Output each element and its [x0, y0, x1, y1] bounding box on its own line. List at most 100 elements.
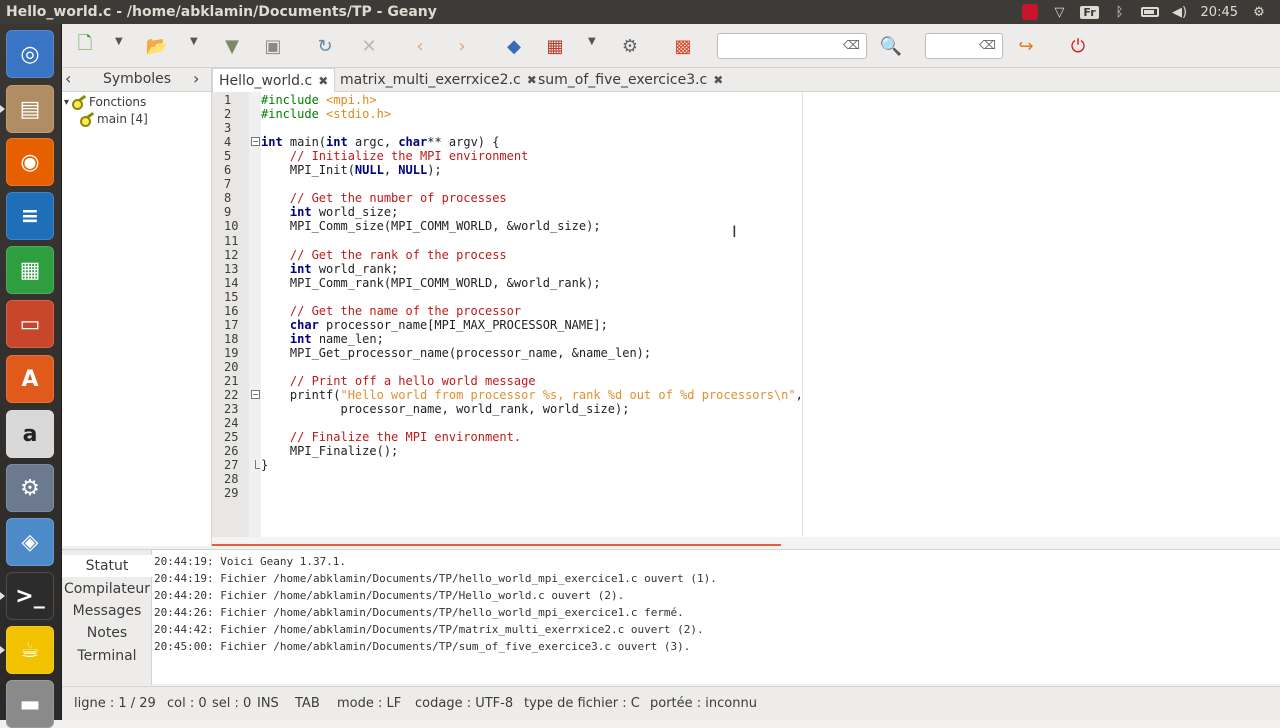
color-chooser-icon[interactable]: ▩ [668, 31, 698, 61]
code-line[interactable]: MPI_Comm_size(MPI_COMM_WORLD, &world_siz… [261, 219, 601, 233]
save-icon[interactable]: ▼ [217, 31, 247, 61]
battery-icon[interactable] [1140, 4, 1159, 20]
code-token: MPI_Finalize(); [261, 444, 399, 459]
document-tab[interactable]: sum_of_five_exercice3.c ✖ [532, 68, 729, 92]
launcher-glyph: ▦ [19, 257, 41, 283]
message-tab-notes[interactable]: Notes [62, 622, 152, 644]
launcher: ◎ ▤ ◉ ≡ ▦ ▭ Aa ⚙ ◈ >_ ☕ ▬ [0, 24, 62, 728]
document-tab-label: Hello_world.c [219, 72, 313, 89]
open-file-icon[interactable]: 📂 [142, 31, 172, 61]
code-line[interactable]: // Get the number of processes [261, 191, 507, 205]
code-line[interactable]: // Finalize the MPI environment. [261, 430, 521, 444]
power-gear-icon[interactable]: ⚙ [1250, 4, 1268, 20]
launcher-settings-icon[interactable]: ⚙ [6, 464, 54, 512]
launcher-system-monitor-icon[interactable]: ◈ [6, 518, 54, 566]
sidebar-next-tab-icon[interactable]: › [193, 69, 199, 88]
launcher-files-icon[interactable]: ▤ [0, 85, 54, 133]
system-tray: ▽ Fr ᛒ ◀) 20:45 ⚙ [1021, 4, 1280, 20]
revert-icon[interactable]: ↻ [310, 31, 340, 61]
launcher-impress-icon[interactable]: ▭ [6, 300, 54, 348]
code-line[interactable]: // Get the name of the processor [261, 304, 521, 318]
save-all-icon[interactable]: ▣ [258, 31, 288, 61]
fold-marker-icon[interactable]: − [251, 390, 260, 400]
goto-line-icon[interactable]: ↪ [1011, 31, 1041, 61]
launcher-calc-icon[interactable]: ▦ [6, 246, 54, 294]
code-line[interactable]: int name_len; [261, 332, 384, 346]
compile-icon[interactable]: ◆ [499, 31, 529, 61]
code-line[interactable]: int main(int argc, char** argv) { [261, 135, 499, 149]
find-icon[interactable]: 🔍 [876, 31, 906, 61]
message-window: Statut Compilateur Messages Notes Terminal 2… [62, 549, 1280, 685]
symbol-tree-item[interactable]: main [4] [80, 112, 148, 127]
launcher-drive-icon[interactable]: ▬ [6, 680, 54, 728]
editor-horizontal-scrollbar[interactable] [212, 537, 1280, 546]
document-tab[interactable]: matrix_multi_exerrxice2.c ✖ [334, 68, 543, 92]
launcher-terminal-icon[interactable]: >_ [0, 572, 54, 620]
launcher-firefox-icon[interactable]: ◉ [6, 138, 54, 186]
recording-indicator-icon[interactable] [1021, 4, 1039, 20]
launcher-writer-icon[interactable]: ≡ [6, 192, 54, 240]
code-line[interactable]: MPI_Init(NULL, NULL); [261, 163, 442, 177]
clock[interactable]: 20:45 [1201, 5, 1238, 20]
code-line[interactable]: #include <stdio.h> [261, 107, 391, 121]
code-token: world_size; [311, 205, 399, 220]
status-col: col : 0 [167, 696, 207, 711]
code-line[interactable]: } [261, 458, 268, 472]
clear-search-icon[interactable]: ⌫ [843, 38, 860, 52]
code-line[interactable]: MPI_Comm_rank(MPI_COMM_WORLD, &world_ran… [261, 276, 601, 290]
navigate-forward-icon[interactable]: › [447, 31, 477, 61]
code-token: MPI_Comm_size(MPI_COMM_WORLD, &world_siz… [261, 219, 601, 234]
fold-margin[interactable] [249, 92, 261, 537]
code-line[interactable]: // Print off a hello world message [261, 374, 536, 388]
launcher-software-icon[interactable]: A [6, 355, 54, 403]
code-line[interactable]: int world_rank; [261, 262, 398, 276]
code-token: NULL [354, 163, 384, 178]
launcher-amazon-icon[interactable]: a [6, 410, 54, 458]
code-line[interactable]: printf("Hello world from processor %s, r… [261, 388, 803, 402]
sidebar-prev-tab-icon[interactable]: ‹ [65, 69, 71, 88]
symbol-tree-item[interactable]: ▾ Fonctions [64, 95, 146, 110]
goto-line-input[interactable]: ⌫ [925, 33, 1003, 59]
fold-marker-icon[interactable]: − [251, 137, 260, 147]
message-tab-terminal[interactable]: Terminal [62, 645, 152, 667]
message-tab-compilateur[interactable]: Compilateur [62, 578, 152, 600]
close-file-icon[interactable]: ✕ [354, 31, 384, 61]
new-file-icon[interactable]: 🗋 [70, 31, 100, 61]
code-editor[interactable]: 1 2 3 4 5 6 7 8 9 10 11 12 13 14 15 16 17 18 19 20 21 22 23 24 2… [212, 92, 1280, 537]
open-file-dropdown-icon[interactable]: ▼ [190, 36, 198, 47]
execute-gears-icon[interactable]: ⚙ [615, 31, 645, 61]
code-line[interactable]: int world_size; [261, 205, 398, 219]
code-token: , [383, 163, 399, 178]
line-number: 28 [224, 472, 239, 487]
navigate-back-icon[interactable]: ‹ [405, 31, 435, 61]
tab-symbols[interactable]: Symboles [103, 71, 171, 87]
message-tab-messages[interactable]: Messages [62, 600, 152, 622]
close-tab-icon[interactable]: ✖ [713, 73, 723, 87]
code-token: char [289, 317, 319, 332]
scrollbar-thumb[interactable] [212, 544, 781, 546]
code-line[interactable]: // Initialize the MPI environment [261, 149, 528, 163]
new-file-dropdown-icon[interactable]: ▼ [115, 36, 123, 47]
expander-icon[interactable]: ▾ [64, 97, 69, 108]
close-tab-icon[interactable]: ✖ [318, 74, 328, 88]
code-line[interactable]: char processor_name[MPI_MAX_PROCESSOR_NA… [261, 318, 608, 332]
fold-marker-icon[interactable] [255, 460, 260, 470]
code-line[interactable]: processor_name, world_rank, world_size); [261, 402, 629, 416]
bluetooth-icon[interactable]: ᛒ [1111, 4, 1129, 20]
build-dropdown-icon[interactable]: ▼ [588, 36, 596, 47]
code-line[interactable]: MPI_Finalize(); [261, 444, 398, 458]
message-tab-statut[interactable]: Statut [62, 555, 152, 577]
code-line[interactable]: MPI_Get_processor_name(processor_name, &… [261, 346, 651, 360]
build-icon[interactable]: ▦ [540, 31, 570, 61]
clear-goto-icon[interactable]: ⌫ [979, 38, 996, 52]
quit-icon[interactable]: ⏻ [1063, 31, 1093, 61]
launcher-ubuntu-dash-icon[interactable]: ◎ [6, 30, 54, 78]
launcher-geany-icon[interactable]: ☕ [0, 626, 54, 674]
code-line[interactable]: #include <mpi.h> [261, 93, 377, 107]
wifi-icon[interactable]: ▽ [1051, 4, 1069, 20]
document-tab[interactable]: Hello_world.c ✖ [212, 68, 336, 92]
volume-icon[interactable]: ◀) [1171, 4, 1189, 20]
keyboard-layout-indicator[interactable]: Fr [1080, 4, 1099, 20]
search-input[interactable]: ⌫ [717, 33, 867, 59]
code-line[interactable]: // Get the rank of the process [261, 248, 507, 262]
